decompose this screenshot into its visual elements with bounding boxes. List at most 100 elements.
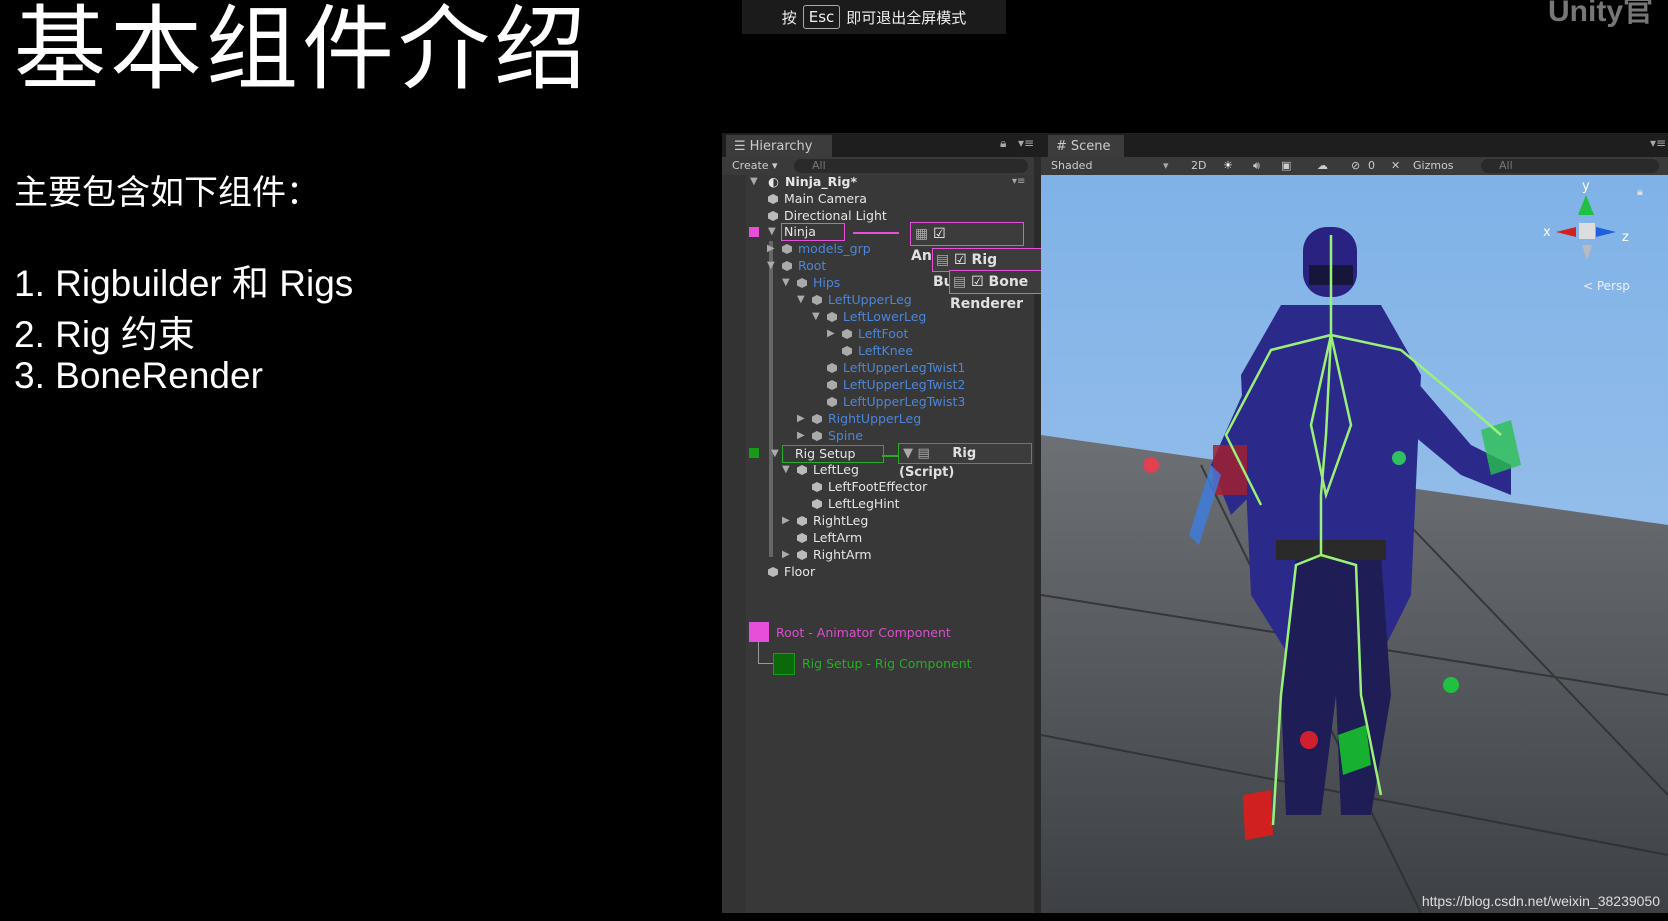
cloud-icon[interactable]: ☁ [1317, 159, 1328, 172]
row-label: Main Camera [784, 191, 867, 206]
scene-search-input[interactable]: All [1481, 159, 1659, 173]
hierarchy-item[interactable]: ▶ Spine [797, 428, 863, 444]
search-placeholder: All [1499, 159, 1513, 172]
row-label: Root [798, 258, 827, 273]
hierarchy-item[interactable]: Main Camera [768, 191, 867, 207]
row-label: Rig Setup [795, 446, 856, 461]
row-label: Floor [784, 564, 816, 579]
hierarchy-item[interactable]: ▼ LeftLeg [782, 462, 859, 478]
chevron-right-icon: ▶ [767, 243, 775, 254]
row-label: LeftLeg [813, 462, 859, 477]
tab-hierarchy[interactable]: ☰ Hierarchy [726, 135, 832, 157]
hierarchy-item[interactable]: ▼ LeftUpperLeg [797, 292, 912, 308]
hierarchy-item[interactable]: ▼ Hips [782, 275, 841, 291]
prefab-icon [782, 244, 792, 254]
prefab-icon [797, 278, 807, 288]
tree-guide-line [769, 241, 773, 557]
script-icon: ▤ [917, 446, 930, 461]
2d-toggle[interactable]: 2D [1191, 159, 1206, 172]
prefab-icon [782, 261, 792, 271]
hierarchy-item[interactable]: LeftKnee [842, 343, 913, 359]
chevron-right-icon: ▶ [782, 515, 790, 526]
hierarchy-gutter [722, 175, 746, 913]
checkbox-icon: ☑ [954, 252, 967, 268]
hierarchy-item[interactable]: ▶ RightArm [782, 547, 872, 563]
hierarchy-item[interactable]: Directional Light [768, 208, 887, 224]
chevron-down-icon: ▼ [767, 260, 775, 271]
legend-swatch-pink [749, 622, 769, 642]
shading-mode-dropdown[interactable]: Shaded [1051, 159, 1092, 172]
prefab-icon [842, 329, 852, 339]
row-label: RightArm [813, 547, 872, 562]
list-item: 3. BoneRender [14, 355, 263, 396]
axis-y-label: y [1582, 179, 1590, 194]
hierarchy-item[interactable]: Floor [768, 564, 816, 580]
fullscreen-exit-banner: 按 Esc 即可退出全屏模式 [742, 0, 1006, 34]
esc-key: Esc [802, 5, 841, 29]
hierarchy-item[interactable]: LeftArm [797, 530, 862, 546]
row-label: Ninja_Rig* [785, 174, 858, 189]
hierarchy-item[interactable]: ▶ models_grp [767, 241, 871, 257]
scene-view[interactable]: y x z 🔒︎ < Persp https://blog.csdn.net/w… [1041, 175, 1668, 913]
scene-toolbar: Shaded ▾ 2D ☀ 🔊︎ ▣ ☁ ⊘ 0 ✕ Gizmos All [1041, 157, 1668, 175]
row-label: Hips [813, 275, 841, 290]
tab-label: Hierarchy [749, 138, 813, 154]
hierarchy-item[interactable]: LeftUpperLegTwist1 [827, 360, 965, 376]
hierarchy-item[interactable]: ▶ LeftFoot [827, 326, 908, 342]
animator-marker [749, 227, 759, 237]
prefab-icon [827, 312, 837, 322]
tab-scene[interactable]: # Scene [1048, 135, 1124, 157]
scene-menu-icon[interactable]: ▾≡ [1012, 174, 1025, 190]
row-label: RightLeg [813, 513, 869, 528]
gameobject-icon [812, 482, 822, 492]
hierarchy-item-ninja[interactable]: ▼ Ninja [768, 223, 845, 241]
hierarchy-item[interactable]: ▼ LeftLowerLeg [812, 309, 927, 325]
effects-toggle-icon[interactable]: ▣ [1281, 159, 1291, 172]
lock-icon[interactable]: 🔒︎ [1637, 185, 1643, 199]
chevron-down-icon: ▼ [771, 448, 779, 459]
hierarchy-item[interactable]: LeftUpperLegTwist2 [827, 377, 965, 393]
hierarchy-panel: ▼ ◐ Ninja_Rig* ▾≡ Main Camera Directiona… [722, 174, 1097, 913]
gizmos-dropdown[interactable]: Gizmos [1413, 159, 1454, 172]
panel-menu-icon[interactable]: ▾≡ [1018, 136, 1034, 150]
visibility-icon[interactable]: ⊘ [1351, 159, 1360, 172]
row-label: Ninja [784, 224, 816, 239]
prefab-icon [827, 397, 837, 407]
hierarchy-item[interactable]: LeftUpperLegTwist3 [827, 394, 965, 410]
chevron-right-icon: ▶ [782, 549, 790, 560]
slide-title: 基本组件介绍 [14, 0, 591, 103]
rig-marker [749, 448, 759, 458]
rig-script-component-label: ▼ ▤ Rig (Script) [898, 443, 1032, 480]
create-dropdown[interactable]: Create ▾ [732, 159, 778, 172]
hierarchy-item-rig-setup[interactable]: ▼ Rig Setup [771, 445, 884, 463]
row-label: LeftLowerLeg [843, 309, 927, 324]
audio-toggle-icon[interactable]: 🔊︎ [1253, 159, 1260, 173]
row-label: Directional Light [784, 208, 887, 223]
tools-icon[interactable]: ✕ [1391, 159, 1400, 172]
hidden-count: 0 [1368, 159, 1375, 172]
gameobject-icon [797, 533, 807, 543]
hierarchy-search-input[interactable]: All [794, 159, 1028, 173]
hierarchy-item[interactable]: ▶ RightUpperLeg [797, 411, 921, 427]
script-icon: ▤ [953, 274, 967, 290]
gameobject-icon [768, 211, 778, 221]
projection-label[interactable]: < Persp [1583, 279, 1630, 293]
hierarchy-item[interactable]: ▼ Root [767, 258, 827, 274]
list-item: 1. Rigbuilder 和 Rigs [14, 263, 354, 304]
hierarchy-item[interactable]: ▶ RightLeg [782, 513, 869, 529]
lighting-toggle-icon[interactable]: ☀ [1223, 159, 1233, 172]
panel-menu-icon[interactable]: ▾≡ [1650, 136, 1666, 150]
rig-builder-component-label: ▤ ☑ Rig Builder [932, 248, 1044, 290]
scene-root-row[interactable]: ▼ ◐ Ninja_Rig* [750, 174, 858, 190]
watermark-url: https://blog.csdn.net/weixin_38239050 [1421, 893, 1660, 909]
hierarchy-item[interactable]: LeftLegHint [812, 496, 900, 512]
prefab-icon [812, 414, 822, 424]
banner-suffix: 即可退出全屏模式 [846, 8, 967, 27]
tab-bar: ☰ Hierarchy 🔒︎ ▾≡ # Scene ▾≡ [722, 133, 1668, 157]
lock-icon[interactable]: 🔒︎ [1000, 136, 1006, 151]
chevron-down-icon: ▼ [782, 464, 790, 475]
chevron-down-icon: ▼ [797, 294, 805, 305]
grid-icon: # [1056, 138, 1067, 154]
gameobject-icon [797, 465, 807, 475]
scene-viewport [1041, 175, 1668, 913]
